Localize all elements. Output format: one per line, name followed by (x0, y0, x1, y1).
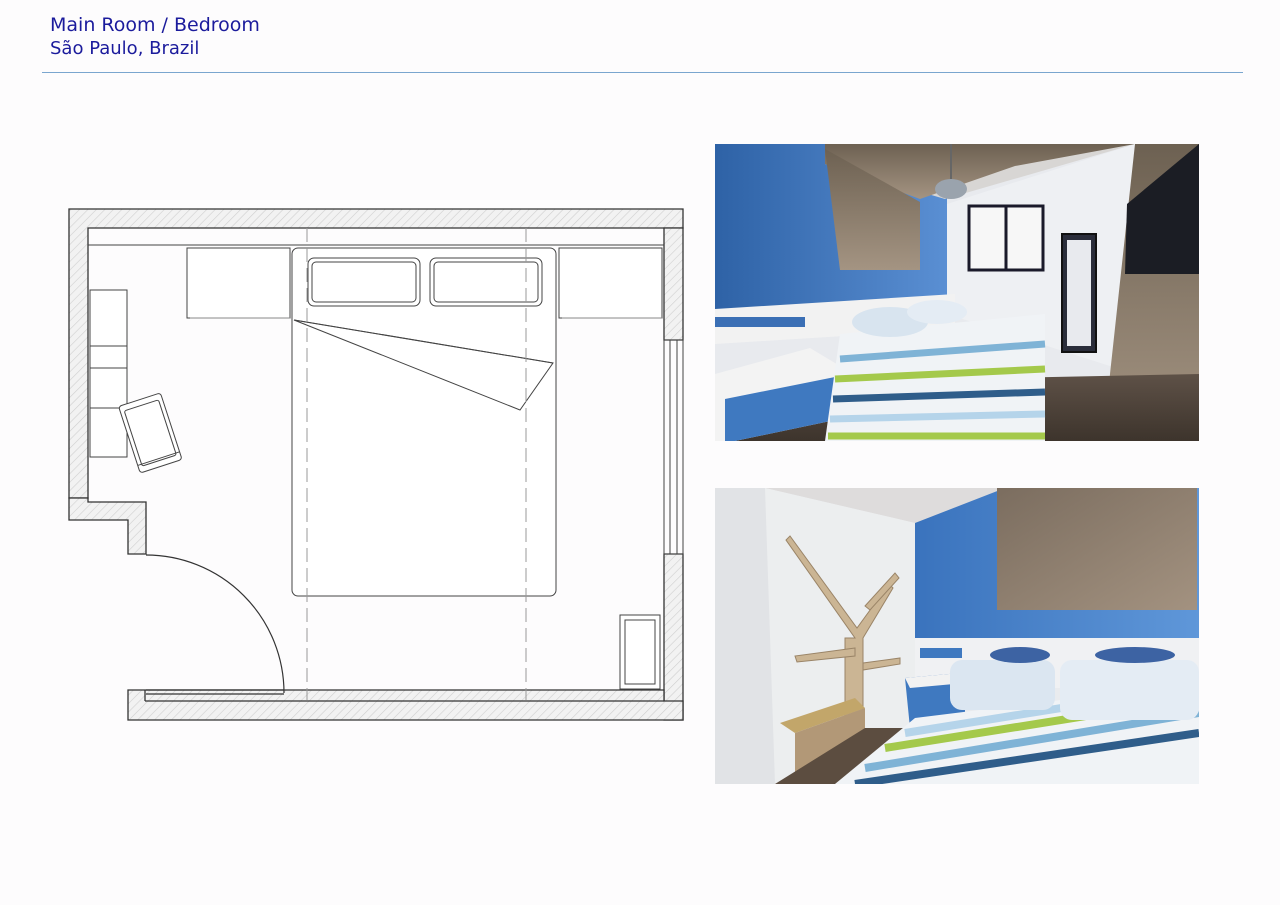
nightstand-right (558, 247, 663, 319)
armchair (118, 393, 182, 473)
door-swing (145, 554, 285, 695)
wall-shelf (89, 289, 128, 458)
render-top (715, 144, 1199, 441)
render-bottom (715, 488, 1199, 784)
pillow-left (307, 257, 421, 307)
double-bed (291, 247, 557, 597)
window (663, 339, 684, 555)
wardrobe (619, 614, 661, 690)
floor-plan (68, 208, 684, 721)
nightstand-left (186, 247, 291, 319)
pillow-right (429, 257, 543, 307)
